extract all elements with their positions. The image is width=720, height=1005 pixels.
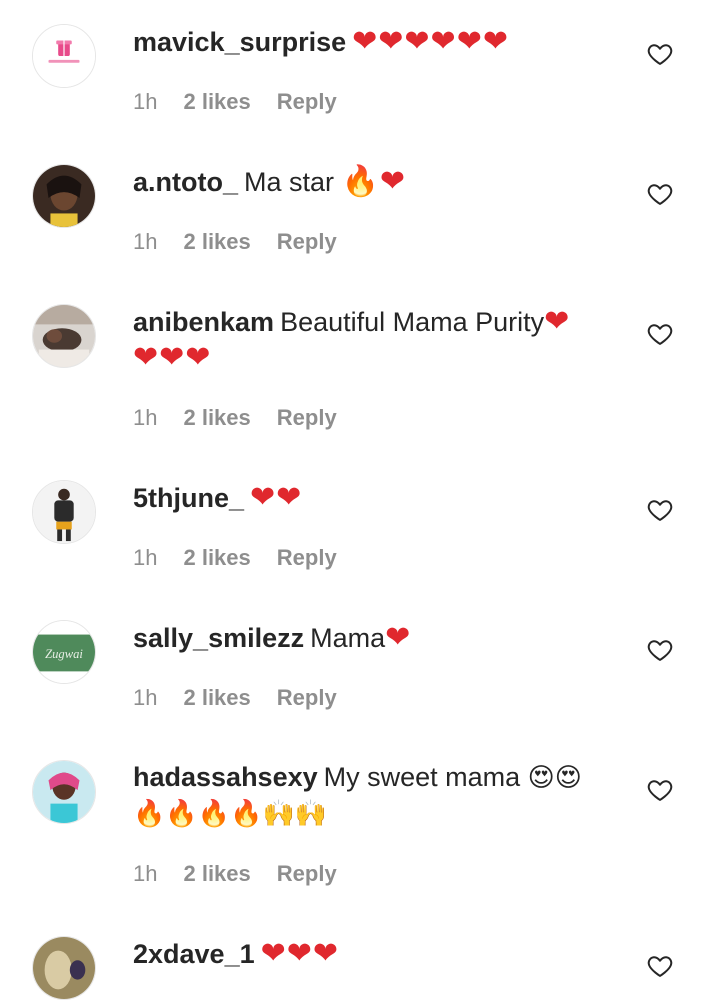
likes-count[interactable]: 2 likes xyxy=(183,405,250,430)
likes-count[interactable]: 2 likes xyxy=(183,545,250,570)
heart-emoji: ❤❤ xyxy=(250,480,303,515)
avatar[interactable] xyxy=(32,304,96,368)
reply-button[interactable]: Reply xyxy=(277,229,337,254)
heart-outline-icon xyxy=(647,640,673,661)
comment-meta: 1h 2 likes Reply xyxy=(133,87,363,117)
timestamp: 1h xyxy=(133,229,158,254)
heart-emoji: ❤ xyxy=(385,620,412,655)
heart-outline-icon xyxy=(647,324,673,345)
comment-message: My sweet mama xyxy=(323,762,528,792)
username[interactable]: 2xdave_1 xyxy=(133,939,255,969)
comment-body: sally_smilezz Mama❤ xyxy=(133,620,613,656)
comment-body: a.ntoto_ Ma star 🔥❤ xyxy=(133,164,613,200)
comment-body: 5thjune_ ❤❤ xyxy=(133,480,613,516)
heart-outline-icon xyxy=(647,184,673,205)
heart-emoji-line2: ❤❤❤ xyxy=(133,340,212,375)
comment-text: sally_smilezz Mama❤ xyxy=(133,620,613,656)
comment-text: anibenkam Beautiful Mama Purity❤ ❤❤❤ xyxy=(133,304,613,376)
reply-button[interactable]: Reply xyxy=(277,89,337,114)
username[interactable]: 5thjune_ xyxy=(133,483,244,513)
comment-text: 5thjune_ ❤❤ xyxy=(133,480,613,516)
comment-meta: 1h 2 likes Reply xyxy=(133,683,363,713)
like-button[interactable] xyxy=(646,180,674,208)
heart-eyes-emoji: 😍😍 xyxy=(527,763,582,793)
comment-meta: 1h 2 likes Reply xyxy=(133,227,363,257)
avatar[interactable] xyxy=(32,480,96,544)
reply-button[interactable]: Reply xyxy=(277,861,337,886)
comments-list: mavick_surprise ❤❤❤❤❤❤ 1h 2 likes Reply a.n… xyxy=(0,0,720,1005)
like-button[interactable] xyxy=(646,776,674,804)
comment-body: hadassahsexy My sweet mama 😍😍 🔥🔥🔥🔥🙌🙌 xyxy=(133,760,613,832)
heart-emoji: ❤❤❤ xyxy=(260,936,340,971)
comment-body: mavick_surprise ❤❤❤❤❤❤ xyxy=(133,24,613,60)
comment-message: Beautiful Mama Purity xyxy=(280,307,545,337)
fire-heart-emoji: 🔥❤ xyxy=(341,164,407,199)
comment-message: Ma star xyxy=(244,167,342,197)
reply-button[interactable]: Reply xyxy=(277,685,337,710)
fire-raised-hands-emoji: 🔥🔥🔥🔥🙌🙌 xyxy=(133,799,328,829)
likes-count[interactable]: 2 likes xyxy=(183,229,250,254)
likes-count[interactable]: 2 likes xyxy=(183,685,250,710)
timestamp: 1h xyxy=(133,685,158,710)
comment-message: Mama xyxy=(310,623,386,653)
like-button[interactable] xyxy=(646,40,674,68)
comment-text: hadassahsexy My sweet mama 😍😍 🔥🔥🔥🔥🙌🙌 xyxy=(133,760,613,832)
reply-button[interactable]: Reply xyxy=(277,545,337,570)
username[interactable]: sally_smilezz xyxy=(133,623,304,653)
likes-count[interactable]: 2 likes xyxy=(183,861,250,886)
timestamp: 1h xyxy=(133,89,158,114)
likes-count[interactable]: 2 likes xyxy=(183,89,250,114)
comment-body: 2xdave_1 ❤❤❤ xyxy=(133,936,613,972)
like-button[interactable] xyxy=(646,320,674,348)
heart-outline-icon xyxy=(647,956,673,977)
username[interactable]: a.ntoto_ xyxy=(133,167,238,197)
heart-emoji: ❤ xyxy=(544,304,571,339)
avatar[interactable] xyxy=(32,164,96,228)
timestamp: 1h xyxy=(133,545,158,570)
timestamp: 1h xyxy=(133,861,158,886)
reply-button[interactable]: Reply xyxy=(277,405,337,430)
like-button[interactable] xyxy=(646,952,674,980)
comment-text: a.ntoto_ Ma star 🔥❤ xyxy=(133,164,613,200)
heart-outline-icon xyxy=(647,500,673,521)
timestamp: 1h xyxy=(133,405,158,430)
avatar[interactable] xyxy=(32,760,96,824)
comment-body: anibenkam Beautiful Mama Purity❤ ❤❤❤ xyxy=(133,304,613,376)
like-button[interactable] xyxy=(646,496,674,524)
comment-text: mavick_surprise ❤❤❤❤❤❤ xyxy=(133,24,613,60)
heart-outline-icon xyxy=(647,780,673,801)
zugwai-avatar-text: Zugwai xyxy=(45,647,83,661)
comment-text: 2xdave_1 ❤❤❤ xyxy=(133,936,613,972)
avatar[interactable]: Zugwai xyxy=(32,620,96,684)
heart-emoji: ❤❤❤❤❤❤ xyxy=(352,24,509,59)
avatar[interactable] xyxy=(32,24,96,88)
heart-outline-icon xyxy=(647,44,673,65)
username[interactable]: mavick_surprise xyxy=(133,27,346,57)
like-button[interactable] xyxy=(646,636,674,664)
username[interactable]: hadassahsexy xyxy=(133,762,318,792)
avatar[interactable] xyxy=(32,936,96,1000)
comment-meta: 1h 2 likes Reply xyxy=(133,543,363,573)
comment-meta: 1h 2 likes Reply xyxy=(133,859,363,889)
username[interactable]: anibenkam xyxy=(133,307,274,337)
comment-meta: 1h 2 likes Reply xyxy=(133,403,363,433)
